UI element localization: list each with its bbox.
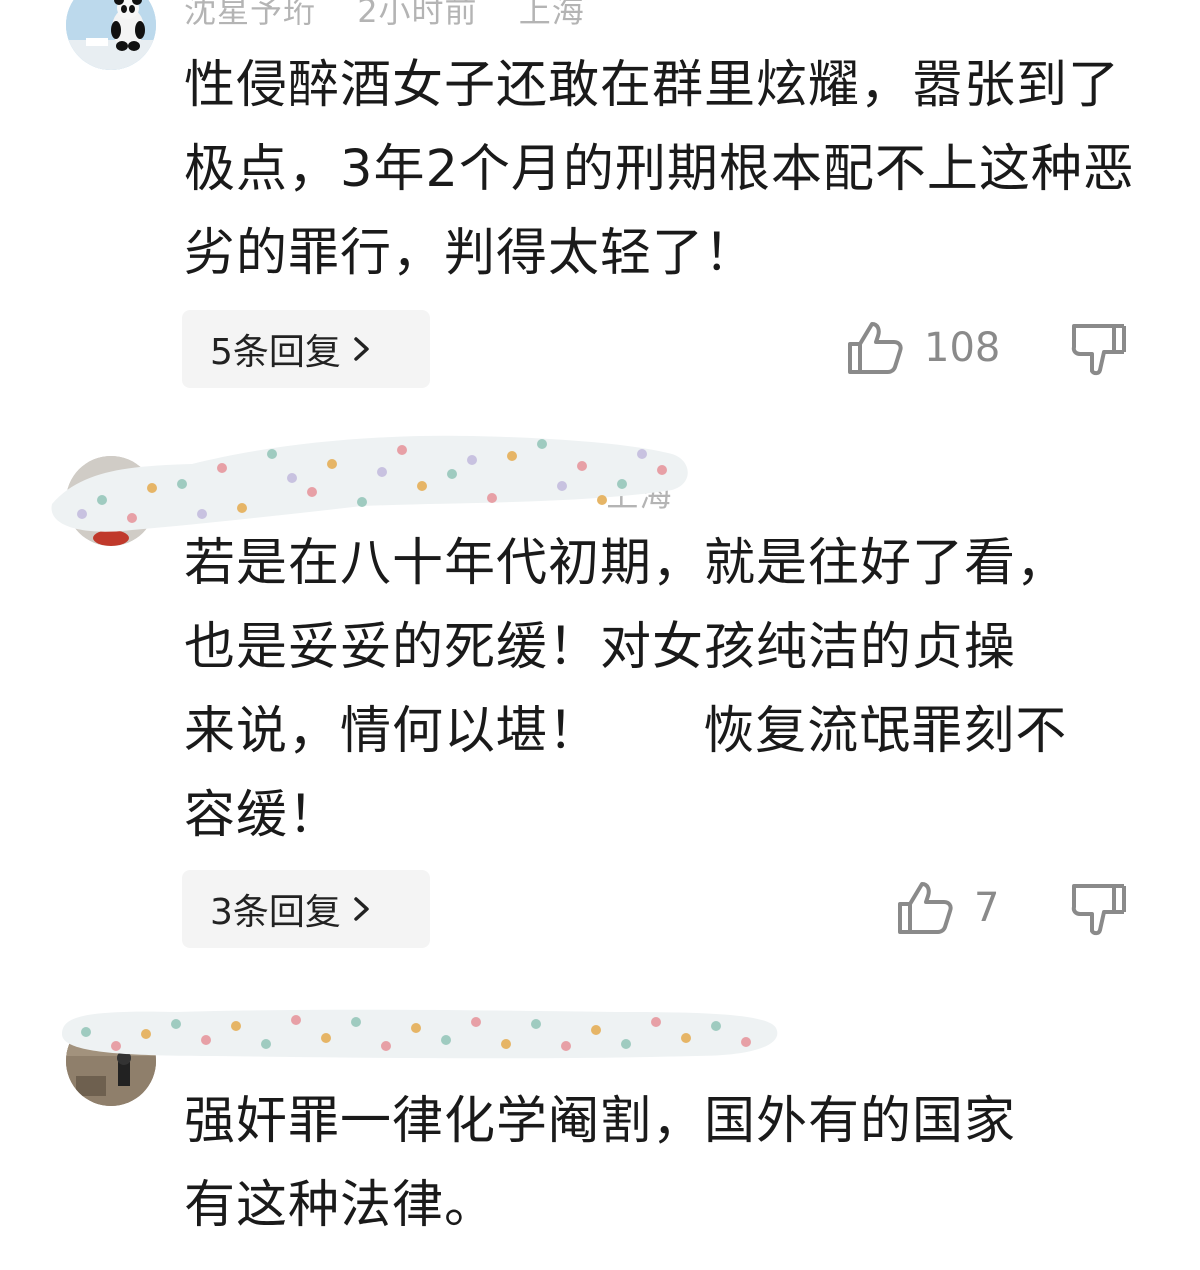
thumbs-up-icon xyxy=(848,322,903,374)
thumbs-down-icon[interactable] xyxy=(1070,882,1128,938)
comment-location: 上海 xyxy=(518,0,585,30)
comment-text-line: 有这种法律。 xyxy=(184,1176,497,1235)
comment-text: 性侵醉酒女子还敢在群里炫耀，嚣张到了极点，3年2个月的刑期根本配不上这种恶劣的罪… xyxy=(184,56,1135,283)
avatar[interactable] xyxy=(66,0,156,70)
author-name[interactable]: 沈星予珩 xyxy=(184,0,316,30)
chevron-right-icon xyxy=(354,897,369,921)
comment-text-line: 若是在八十年代初期，就是往好了看， xyxy=(184,534,1069,593)
comment-text-line: 也是妥妥的死缓！对女孩纯洁的贞操 xyxy=(184,618,1017,677)
comment-text: 强奸罪一律化学阉割，国外有的国家 有这种法律。 xyxy=(184,1080,1144,1248)
replies-label: 5条回复 xyxy=(210,332,341,373)
like-button[interactable]: 7 xyxy=(896,880,999,936)
thumbs-up-icon xyxy=(898,882,953,934)
like-button[interactable]: 108 xyxy=(846,320,1000,376)
panda-avatar-image xyxy=(66,0,156,70)
like-count: 108 xyxy=(924,325,1001,371)
comment-text-line: 容缓！ xyxy=(184,786,341,845)
view-replies-button[interactable]: 5条回复 xyxy=(182,310,430,388)
comment-meta: 沈星予珩 2小时前 上海 xyxy=(184,0,615,32)
thumbs-down-icon[interactable] xyxy=(1070,322,1128,378)
like-count: 7 xyxy=(974,885,1000,931)
comment-text-line: 强奸罪一律化学阉割，国外有的国家 xyxy=(184,1092,1017,1151)
view-replies-button[interactable]: 3条回复 xyxy=(182,870,430,948)
comment-text: 若是在八十年代初期，就是往好了看， 也是妥妥的死缓！对女孩纯洁的贞操 来说，情何… xyxy=(184,522,1144,858)
comment-text-line: 来说，情何以堪！ 恢复流氓罪刻不 xyxy=(184,702,1068,761)
comment-time: 2小时前 xyxy=(357,0,478,30)
chevron-right-icon xyxy=(354,337,369,361)
privacy-smear-overlay xyxy=(62,1009,778,1059)
replies-label: 3条回复 xyxy=(210,892,341,933)
